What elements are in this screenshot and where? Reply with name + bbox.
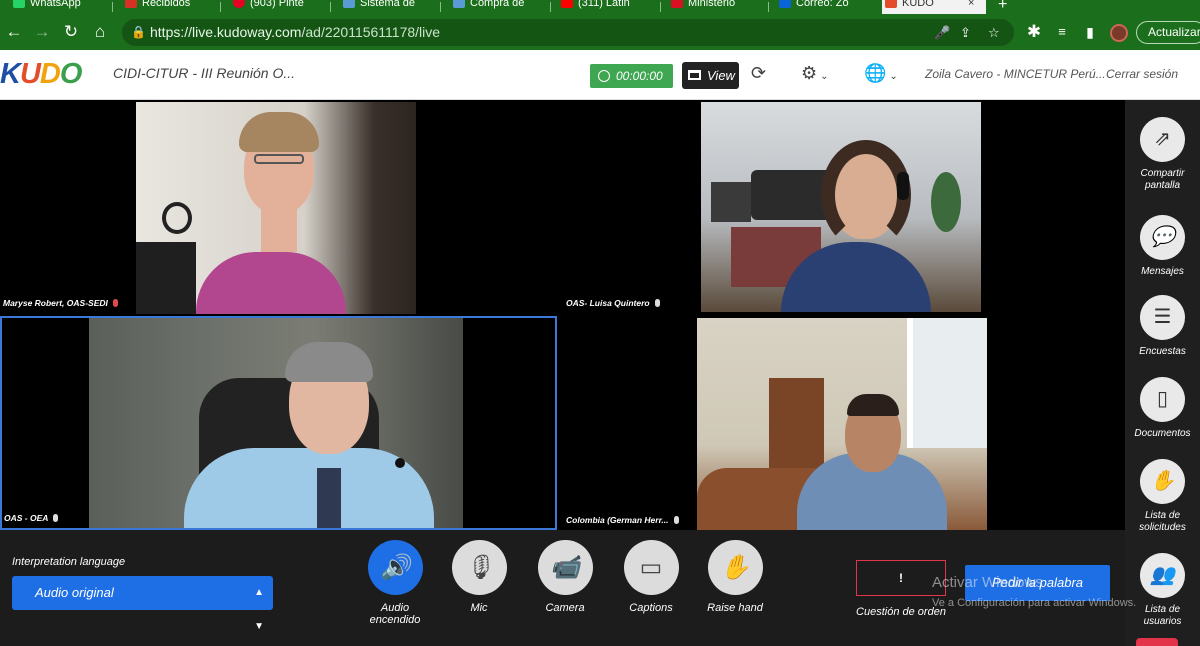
sidebar-indicator bbox=[1136, 638, 1178, 646]
lock-icon: 🔒 bbox=[131, 25, 146, 39]
youtube-icon bbox=[561, 0, 573, 8]
app-header: KUDO CIDI-CITUR - III Reunión O... 00:00… bbox=[0, 50, 1200, 100]
checklist-icon: ☰ bbox=[1140, 295, 1185, 340]
camera-button[interactable]: 📹 Camera bbox=[525, 540, 605, 614]
interpretation-label: Interpretation language bbox=[12, 556, 126, 568]
gear-icon[interactable]: ⚙ ⌄ bbox=[801, 63, 829, 84]
audio-button[interactable]: 🔊 Audio encendido bbox=[355, 540, 435, 626]
user-name: Zoila Cavero - MINCETUR Perú... bbox=[925, 67, 1106, 81]
microphone-icon bbox=[654, 299, 660, 307]
document-icon bbox=[343, 0, 355, 8]
close-icon[interactable]: × bbox=[968, 0, 974, 9]
browser-tab-ministerio[interactable]: Ministerio bbox=[668, 0, 764, 14]
mic-button[interactable]: 🎙 Mic bbox=[439, 540, 519, 614]
hand-icon: ✋ bbox=[707, 540, 763, 595]
gmail-icon bbox=[125, 0, 137, 8]
participant-video bbox=[136, 102, 416, 314]
new-tab-icon[interactable]: + bbox=[998, 0, 1007, 14]
extensions-icon[interactable]: ✱ bbox=[1022, 20, 1046, 44]
view-button[interactable]: View bbox=[682, 62, 739, 89]
browser-tab-kudo[interactable]: KUDO × bbox=[882, 0, 986, 14]
captions-off-icon: ▭ bbox=[623, 540, 679, 595]
pinterest-icon bbox=[233, 0, 245, 8]
star-icon[interactable]: ☆ bbox=[988, 19, 1000, 46]
video-tile[interactable]: Colombia (German Herr... bbox=[562, 316, 1125, 530]
share-screen-icon: ⇗ bbox=[1140, 117, 1185, 162]
microphone-icon: 🎙 bbox=[451, 540, 507, 595]
documents-button[interactable]: ▯ Documentos bbox=[1125, 377, 1200, 440]
stopwatch-icon bbox=[598, 70, 610, 82]
polls-button[interactable]: ☰ Encuestas bbox=[1125, 295, 1200, 358]
participant-video bbox=[697, 318, 987, 530]
kudo-logo: KUDO bbox=[0, 58, 82, 90]
address-bar[interactable]: 🔒 https://live.kudoway.com/ad/2201156111… bbox=[122, 19, 1014, 46]
refresh-icon[interactable]: ⟳ bbox=[751, 63, 766, 84]
participant-name: Maryse Robert, OAS-SEDI bbox=[3, 298, 118, 308]
globe-icon[interactable]: 🌐 ⌄ bbox=[864, 63, 898, 84]
kudo-icon bbox=[885, 0, 897, 8]
flag-icon bbox=[671, 0, 683, 8]
control-bar: Interpretation language Audio original ▲… bbox=[0, 530, 1136, 646]
users-list-button[interactable]: 👥 Lista de usuarios bbox=[1125, 553, 1200, 628]
browser-tab-compra[interactable]: Compra de bbox=[450, 0, 546, 14]
right-sidebar: ⇗ Compartir pantalla 💬 Mensajes ☰ Encues… bbox=[1125, 100, 1200, 646]
document-icon bbox=[453, 0, 465, 8]
windows-watermark-detail: Ve a Configuración para activar Windows. bbox=[932, 597, 1137, 609]
raise-hand-button[interactable]: ✋ Raise hand bbox=[695, 540, 775, 614]
media-icon[interactable]: ≡ bbox=[1050, 20, 1074, 44]
video-tile-active[interactable]: OAS - OEA bbox=[0, 316, 557, 530]
captions-button[interactable]: ▭ Captions bbox=[611, 540, 691, 614]
browser-toolbar: ← → ↻ ⌂ 🔒 https://live.kudoway.com/ad/22… bbox=[0, 14, 1200, 50]
document-icon: ▯ bbox=[1140, 377, 1185, 422]
side-panel-icon[interactable]: ▮ bbox=[1078, 20, 1102, 44]
microphone-icon bbox=[53, 514, 59, 522]
profile-avatar[interactable] bbox=[1110, 24, 1128, 42]
windows-watermark: Activar Windows bbox=[932, 574, 1043, 591]
users-icon: 👥 bbox=[1140, 553, 1185, 598]
camera-icon: 📹 bbox=[537, 540, 593, 595]
chevron-updown-icon: ▲ ▼ bbox=[254, 587, 264, 632]
outlook-icon bbox=[779, 0, 791, 8]
share-screen-button[interactable]: ⇗ Compartir pantalla bbox=[1125, 117, 1200, 192]
interpretation-select[interactable]: Audio original ▲ ▼ bbox=[12, 576, 273, 632]
browser-tab-correo[interactable]: Correo: Zo bbox=[776, 0, 876, 14]
browser-tab-sistema[interactable]: Sistema de bbox=[340, 0, 436, 14]
participant-name: OAS- Luisa Quintero bbox=[566, 298, 660, 308]
whatsapp-icon bbox=[13, 0, 25, 8]
home-icon[interactable]: ⌂ bbox=[88, 20, 112, 44]
participant-name: Colombia (German Herr... bbox=[566, 515, 679, 525]
video-tile[interactable]: OAS- Luisa Quintero bbox=[562, 100, 1125, 315]
browser-tab-strip: WhatsApp Recibidos (903) Pinte Sistema d… bbox=[0, 0, 1200, 14]
reload-icon[interactable]: ↻ bbox=[59, 20, 83, 44]
browser-tab-gmail[interactable]: Recibidos bbox=[122, 0, 218, 14]
speaker-icon: 🔊 bbox=[367, 540, 423, 595]
forward-arrow-icon[interactable]: → bbox=[30, 20, 54, 44]
session-timer: 00:00:00 bbox=[590, 64, 673, 88]
event-title: CIDI-CITUR - III Reunión O... bbox=[113, 65, 296, 81]
video-grid: Maryse Robert, OAS-SEDI OAS- Luisa Quint… bbox=[0, 100, 1125, 530]
requests-list-button[interactable]: ✋ Lista de solicitudes bbox=[1125, 459, 1200, 534]
microphone-icon[interactable]: 🎤 bbox=[934, 19, 950, 46]
back-arrow-icon[interactable]: ← bbox=[2, 20, 26, 44]
browser-tab-youtube[interactable]: (311) Latin bbox=[558, 0, 656, 14]
hand-icon: ✋ bbox=[1140, 459, 1185, 504]
chat-icon: 💬 bbox=[1140, 215, 1185, 260]
participant-video bbox=[89, 318, 463, 528]
view-icon bbox=[688, 70, 701, 80]
participant-name: OAS - OEA bbox=[4, 513, 59, 523]
messages-button[interactable]: 💬 Mensajes bbox=[1125, 215, 1200, 278]
participant-video bbox=[701, 102, 981, 312]
microphone-icon bbox=[673, 516, 679, 524]
update-button[interactable]: Actualizar bbox=[1136, 21, 1200, 44]
share-icon[interactable]: ⇪ bbox=[960, 19, 971, 46]
browser-tab-pinterest[interactable]: (903) Pinte bbox=[230, 0, 326, 14]
video-tile[interactable]: Maryse Robert, OAS-SEDI bbox=[0, 100, 557, 315]
logout-link[interactable]: Cerrar sesión bbox=[1106, 67, 1178, 81]
browser-tab-whatsapp[interactable]: WhatsApp bbox=[10, 0, 110, 14]
microphone-muted-icon bbox=[112, 299, 118, 307]
